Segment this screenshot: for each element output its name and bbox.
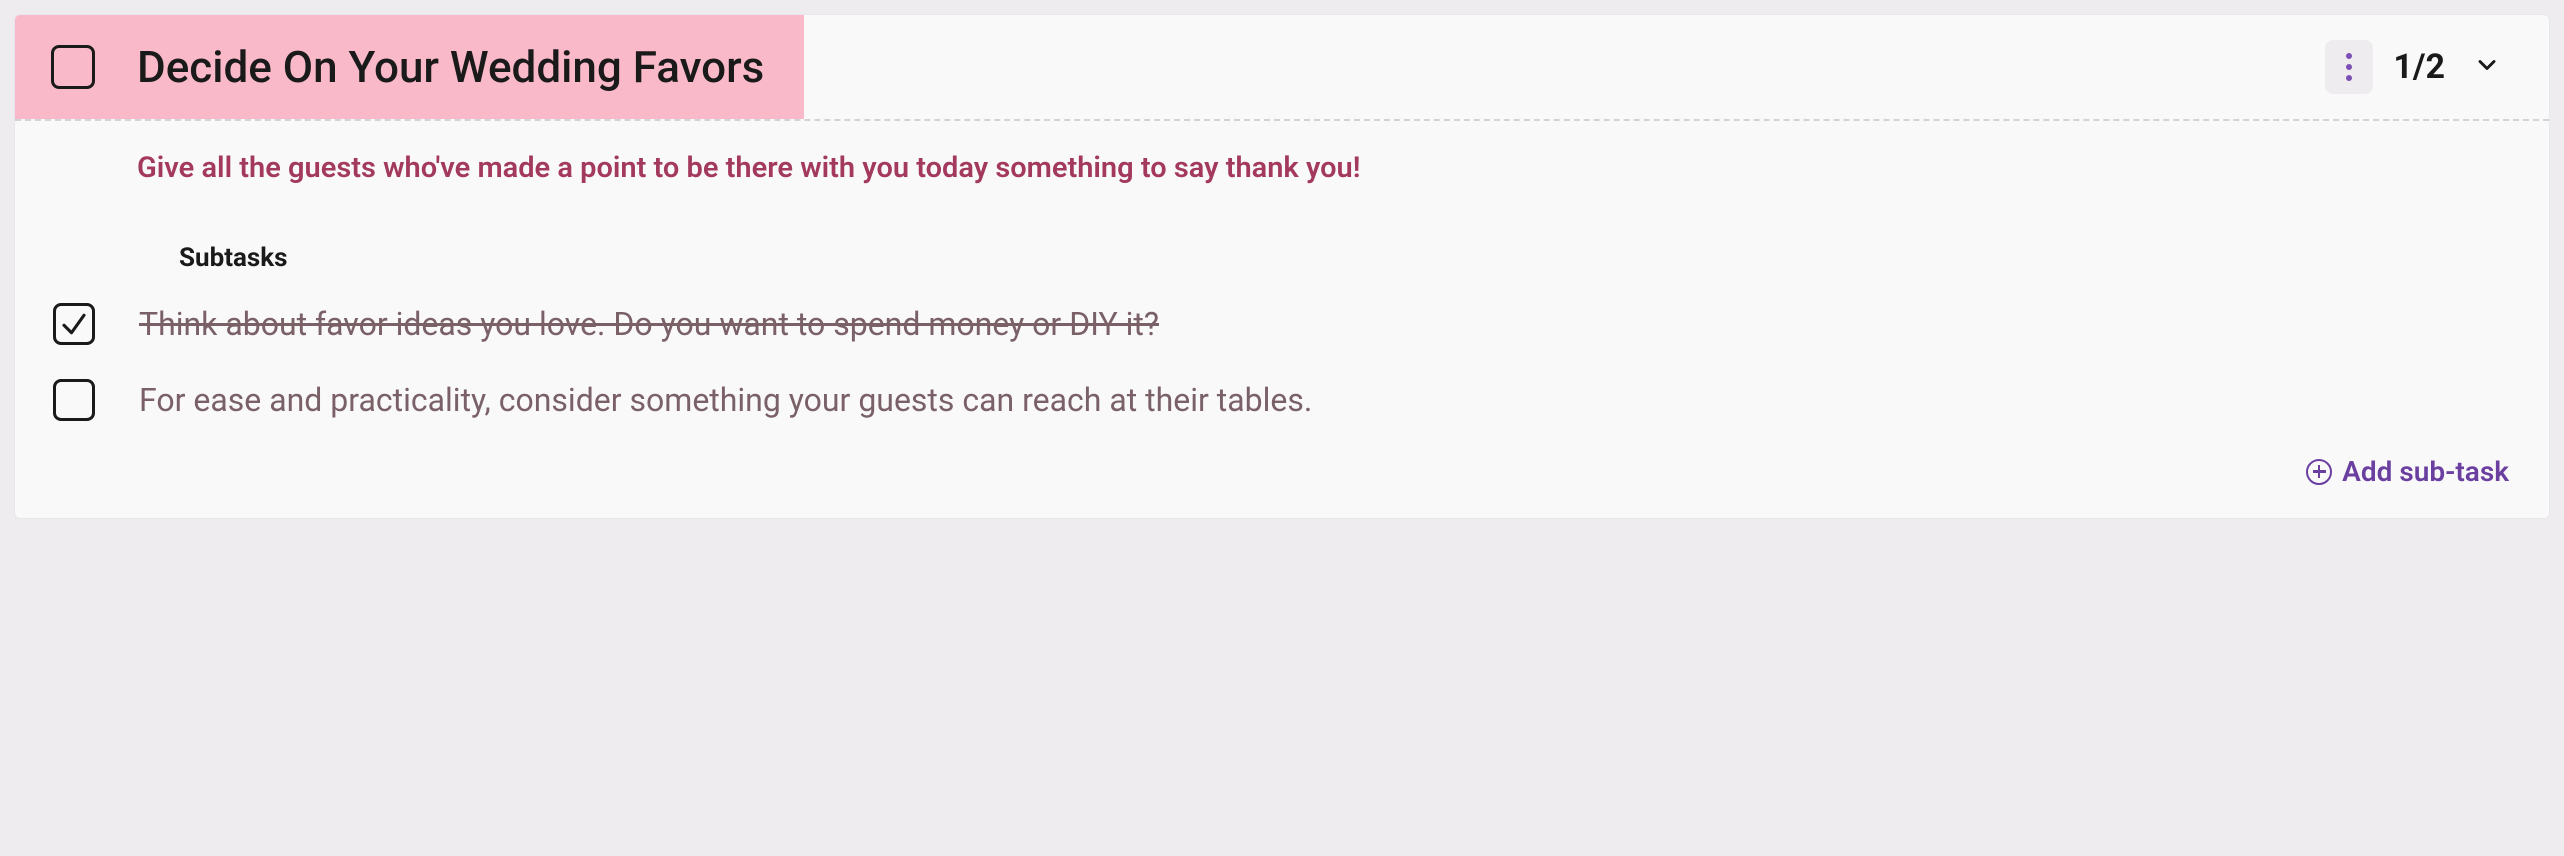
- task-header-left: Decide On Your Wedding Favors: [15, 15, 804, 119]
- task-body: Give all the guests who've made a point …: [15, 121, 2549, 518]
- subtask-checkbox[interactable]: [53, 379, 95, 421]
- task-checkbox[interactable]: [51, 45, 95, 89]
- add-subtask-button[interactable]: Add sub-task: [137, 455, 2509, 488]
- add-subtask-label: Add sub-task: [2342, 455, 2509, 488]
- check-icon: [59, 309, 89, 339]
- task-card: Decide On Your Wedding Favors 1/2 Give a…: [14, 14, 2550, 519]
- menu-button[interactable]: [2325, 40, 2373, 94]
- subtask-row: Think about favor ideas you love. Do you…: [53, 303, 2509, 345]
- task-header: Decide On Your Wedding Favors 1/2: [15, 15, 2549, 121]
- plus-circle-icon: [2306, 459, 2332, 485]
- task-header-right: 1/2: [2325, 40, 2549, 94]
- subtask-text: Think about favor ideas you love. Do you…: [139, 305, 1159, 343]
- progress-counter: 1/2: [2393, 47, 2445, 87]
- collapse-toggle[interactable]: [2465, 43, 2509, 91]
- chevron-down-icon: [2473, 51, 2501, 79]
- subtask-checkbox[interactable]: [53, 303, 95, 345]
- more-vertical-icon: [2346, 53, 2352, 81]
- subtask-row: For ease and practicality, consider some…: [53, 379, 2509, 421]
- subtask-text: For ease and practicality, consider some…: [139, 381, 1312, 419]
- subtasks-heading: Subtasks: [179, 243, 2509, 273]
- task-description: Give all the guests who've made a point …: [137, 151, 2509, 185]
- task-title: Decide On Your Wedding Favors: [137, 41, 764, 93]
